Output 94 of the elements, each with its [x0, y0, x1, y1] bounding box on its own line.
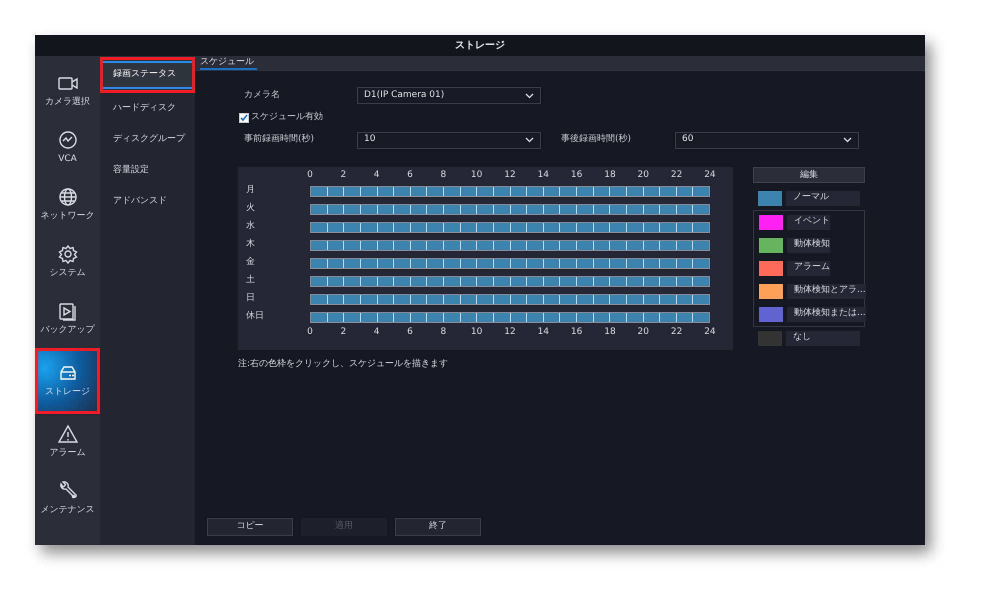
day-label: 金	[246, 256, 256, 270]
submenu-item[interactable]: アドバンスド	[100, 186, 195, 217]
field-value: 10	[364, 133, 376, 146]
legend-item[interactable]: 動体検知とアラ...	[754, 280, 871, 302]
legend-label: イベント	[787, 214, 830, 230]
hour-label: 6	[406, 326, 414, 339]
hour-label: 2	[339, 326, 348, 339]
hour-label: 8	[439, 168, 448, 182]
field-label: 事後録画時間(秒)	[561, 133, 632, 146]
hour-label: 20	[636, 168, 650, 182]
legend-label: なし	[786, 330, 860, 346]
hour-label: 18	[603, 326, 617, 339]
hour-label: 16	[570, 326, 584, 339]
hour-label: 10	[470, 326, 484, 339]
day-label: 月	[246, 184, 256, 198]
checkbox-label: スケジュール有効	[251, 111, 323, 124]
chevron-down-icon	[525, 137, 534, 143]
schedule-bar[interactable]	[310, 294, 710, 304]
day-label: 土	[246, 274, 256, 288]
hour-label: 0	[306, 168, 314, 182]
hour-label: 8	[439, 326, 448, 339]
post-record-dropdown[interactable]: 60	[675, 132, 859, 148]
sidebar-item[interactable]: システム	[35, 234, 100, 291]
submenu-item[interactable]: 容量設定	[100, 155, 195, 186]
day-label: 日	[246, 292, 256, 306]
hour-label: 24	[703, 326, 717, 339]
schedule-bar[interactable]	[310, 258, 710, 268]
globe-icon	[56, 187, 78, 208]
day-label: 水	[246, 220, 256, 234]
legend-label: 動体検知	[787, 238, 830, 252]
action-button[interactable]: コピー	[207, 518, 293, 536]
day-label: 火	[246, 202, 256, 216]
sidebar-item[interactable]: カメラ選択	[35, 63, 100, 120]
sidebar-item[interactable]: ストレージ	[35, 348, 100, 414]
hour-label: 18	[603, 168, 617, 182]
legend-item[interactable]: 動体検知	[754, 234, 835, 256]
hour-label: 4	[372, 168, 381, 182]
hour-label: 16	[570, 168, 584, 182]
camera-dropdown[interactable]: D1(IP Camera 01)	[357, 87, 541, 104]
sidebar-item[interactable]: ネットワーク	[35, 177, 100, 234]
schedule-bar[interactable]	[310, 222, 710, 232]
schedule-bar[interactable]	[310, 240, 710, 250]
field-label: カメラ名	[244, 88, 281, 102]
hour-label: 14	[536, 168, 550, 182]
chevron-down-icon	[525, 92, 534, 98]
sidebar-item[interactable]: VCA	[35, 120, 100, 177]
legend-label: 動体検知とアラ...	[787, 284, 866, 298]
sidebar-item[interactable]: アラーム	[35, 414, 100, 471]
hour-label: 24	[703, 168, 717, 182]
schedule-bar[interactable]	[310, 312, 710, 322]
window-title: ストレージ	[455, 39, 505, 53]
field-value: D1(IP Camera 01)	[364, 88, 444, 102]
legend-label: ノーマル	[786, 190, 860, 206]
legend-label: アラーム	[787, 260, 830, 276]
hour-label: 22	[670, 168, 684, 182]
hour-label: 6	[406, 168, 414, 182]
hour-label: 12	[503, 168, 517, 182]
submenu-item[interactable]: 録画ステータス	[100, 57, 195, 93]
submenu-item[interactable]: ハードディスク	[100, 93, 195, 124]
field-value: 60	[682, 133, 694, 146]
settings-icon	[56, 244, 78, 264]
schedule-bar[interactable]	[310, 186, 710, 196]
hour-label: 4	[372, 326, 381, 339]
hour-label: 10	[470, 168, 484, 182]
day-label: 休日	[246, 310, 265, 324]
chart-circle-icon	[56, 130, 78, 150]
legend-item[interactable]: イベント	[754, 210, 835, 234]
legend-item[interactable]: アラーム	[754, 256, 835, 280]
sidebar-item[interactable]: バックアップ	[35, 291, 100, 348]
warning-icon	[56, 424, 78, 444]
submenu-item[interactable]: ディスクグループ	[100, 124, 195, 155]
legend-label: 動体検知または...	[787, 306, 866, 322]
tab[interactable]: スケジュール	[200, 56, 257, 70]
day-label: 木	[246, 238, 256, 252]
hour-label: 12	[503, 326, 517, 339]
hour-label: 14	[536, 326, 550, 339]
chevron-down-icon	[843, 137, 852, 143]
checkbox[interactable]	[239, 112, 249, 123]
note-text: 注:右の色枠をクリックし、スケジュールを描きます	[238, 358, 450, 370]
hour-label: 2	[339, 168, 348, 182]
hour-label: 22	[670, 326, 684, 339]
hour-label: 0	[306, 326, 314, 339]
legend-item[interactable]: なし	[753, 326, 865, 350]
legend-item[interactable]: 動体検知または...	[754, 302, 871, 326]
action-button[interactable]: 終了	[395, 518, 481, 536]
play-icon	[56, 301, 78, 322]
schedule-bar[interactable]	[310, 276, 710, 286]
pre-record-dropdown[interactable]: 10	[357, 132, 541, 148]
field-label: 事前録画時間(秒)	[244, 133, 316, 146]
edit-button[interactable]: 編集	[753, 166, 865, 182]
legend-item[interactable]: ノーマル	[753, 186, 865, 210]
hour-label: 20	[636, 326, 650, 339]
schedule-bar[interactable]	[310, 204, 710, 214]
sidebar-item[interactable]: メンテナンス	[35, 471, 100, 528]
